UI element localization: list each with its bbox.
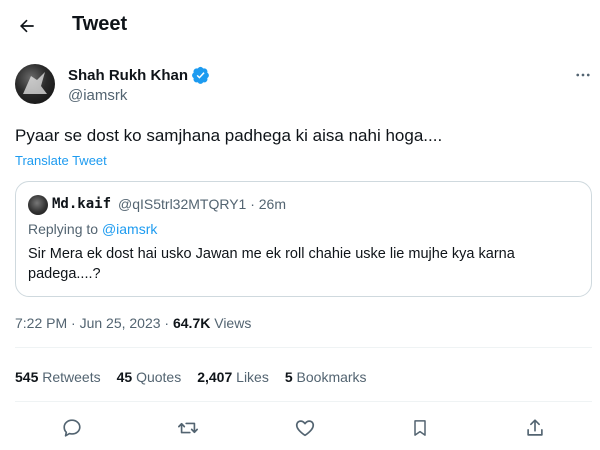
share-button[interactable] — [520, 413, 550, 443]
divider — [15, 347, 592, 348]
retweets-stat[interactable]: 545 Retweets — [15, 369, 101, 385]
more-icon — [576, 73, 590, 77]
quotes-label: Quotes — [132, 369, 182, 385]
bookmarks-count: 5 — [284, 369, 293, 385]
verified-badge-icon — [192, 66, 209, 84]
likes-label: Likes — [232, 369, 269, 385]
back-button[interactable] — [14, 13, 40, 39]
like-button[interactable] — [290, 413, 320, 443]
quoted-tweet-text: Sir Mera ek dost hai usko Jawan me ek ro… — [28, 246, 515, 282]
arrow-left-icon — [20, 19, 34, 33]
quotes-stat[interactable]: 45 Quotes — [117, 369, 182, 385]
author-name[interactable]: Shah Rukh Khan — [68, 66, 210, 84]
retweets-label: Retweets — [38, 369, 101, 385]
quotes-count: 45 — [116, 369, 133, 385]
bookmark-icon — [414, 420, 426, 436]
divider — [15, 401, 592, 402]
reply-button[interactable] — [57, 413, 87, 443]
replying-to-prefix: Replying to — [28, 221, 102, 237]
translate-tweet-link[interactable]: Translate Tweet — [15, 153, 107, 168]
replying-to-link[interactable]: @iamsrk — [102, 221, 157, 237]
page-title: Tweet — [72, 13, 128, 35]
engagement-stats: 545 Retweets 45 Quotes 2,407 Likes 5 Boo… — [15, 369, 367, 385]
more-options-button[interactable] — [572, 64, 594, 86]
reply-icon — [63, 419, 81, 437]
heart-icon — [295, 420, 315, 437]
avatar[interactable] — [15, 64, 55, 104]
quoted-author-name: Md.kaif — [52, 196, 112, 212]
retweet-icon — [178, 422, 198, 434]
likes-stat[interactable]: 2,407 Likes — [197, 369, 269, 385]
quoted-avatar — [28, 195, 48, 215]
retweets-count: 545 — [15, 369, 39, 385]
author-handle[interactable]: @iamsrk — [68, 87, 127, 104]
tweet-text: Pyaar se dost ko samjhana padhega ki ais… — [15, 126, 443, 145]
author-name-text: Shah Rukh Khan — [68, 66, 189, 84]
share-icon — [527, 419, 543, 436]
views-count: 64.7K — [172, 315, 211, 331]
quoted-replying-to: Replying to @iamsrk — [28, 221, 157, 237]
likes-count: 2,407 — [197, 369, 233, 385]
bookmarks-stat[interactable]: 5 Bookmarks — [285, 369, 367, 385]
quoted-author-handle: @qIS5trl32MTQRY1 · 26m — [118, 196, 287, 212]
views-label: Views — [210, 315, 252, 331]
tweet-meta: 7:22 PM · Jun 25, 2023 · 64.7K Views — [15, 315, 251, 331]
bookmark-button[interactable] — [405, 413, 435, 443]
retweet-button[interactable] — [173, 413, 203, 443]
action-bar — [0, 413, 600, 443]
bookmarks-label: Bookmarks — [292, 369, 367, 385]
tweet-timestamp[interactable]: 7:22 PM · Jun 25, 2023 · — [15, 315, 173, 331]
